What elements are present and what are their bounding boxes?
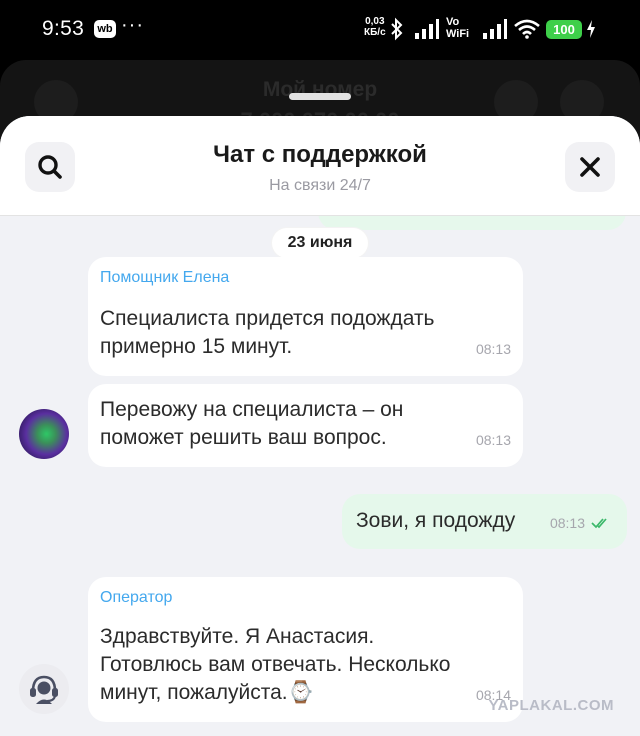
charging-icon (587, 20, 595, 38)
message-text: Перевожу на специалиста – он поможет реш… (100, 398, 404, 449)
close-icon (580, 157, 600, 177)
message-bubble[interactable]: Помощник Елена Специалиста придется подо… (88, 257, 523, 376)
status-bar: 9:53 wb ··· 0,03 КБ/с Vo WiFi 100 (0, 0, 640, 60)
message-text: Специалиста придется подождать примерно … (100, 307, 435, 358)
message-time: 08:13 (475, 341, 511, 357)
vowifi-line-1: Vo (446, 16, 460, 28)
close-button[interactable] (565, 142, 615, 192)
operator-avatar[interactable] (19, 664, 69, 714)
message-time: 08:13 (549, 515, 585, 531)
network-speed-unit: КБ/с (364, 27, 386, 38)
chat-title: Чат с поддержкой (213, 141, 427, 168)
message-bubble[interactable]: Оператор Здравствуйте. Я Анастасия. Гото… (88, 577, 523, 722)
watermark: YAPLAKAL.COM (488, 697, 614, 714)
message-sender: Оператор (100, 589, 173, 606)
operator-headset-icon (30, 675, 58, 704)
bluetooth-icon (391, 17, 403, 41)
message-bubble[interactable]: Перевожу на специалиста – он поможет реш… (88, 384, 523, 467)
wb-app-icon: wb (94, 20, 116, 38)
more-notifications-icon: ··· (121, 14, 144, 36)
support-chat-sheet: Чат с поддержкой На связи 24/7 23 июня П… (0, 116, 640, 736)
message-sender: Помощник Елена (100, 269, 230, 286)
wifi-icon (514, 19, 540, 39)
sheet-drag-handle[interactable] (289, 93, 351, 100)
network-speed-value: 0,03 (365, 16, 385, 27)
chat-header: Чат с поддержкой На связи 24/7 (0, 116, 640, 216)
signal-2-icon (483, 19, 507, 39)
message-time: 08:13 (475, 432, 511, 448)
status-time: 9:53 (42, 17, 85, 40)
read-checkmarks-icon (591, 518, 607, 529)
vowifi-line-2: WiFi (446, 28, 470, 40)
network-speed: 0,03 КБ/с (364, 16, 386, 38)
battery-indicator: 100 (546, 20, 582, 39)
signal-icon (415, 19, 439, 39)
date-separator: 23 июня (272, 228, 368, 258)
outgoing-message-bubble[interactable]: Зови, я подожду 08:13 (342, 494, 627, 549)
chat-subtitle: На связи 24/7 (269, 177, 371, 194)
assistant-avatar[interactable] (19, 409, 69, 459)
message-text: Зови, я подожду (356, 509, 516, 532)
message-text: Здравствуйте. Я Анастасия. Готовлюсь вам… (100, 625, 451, 704)
vowifi-indicator: Vo WiFi (446, 16, 469, 40)
